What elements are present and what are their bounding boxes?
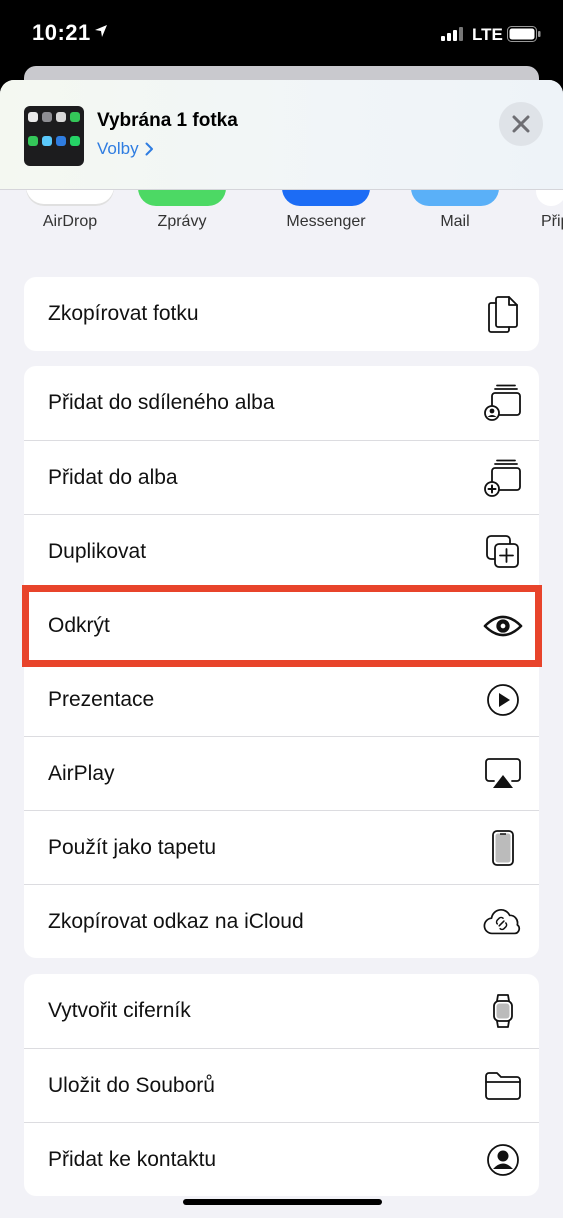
action-label: Přidat do alba [48, 465, 178, 489]
action-airplay[interactable]: AirPlay [24, 736, 539, 810]
status-bar: 10:21 LTE [0, 0, 563, 70]
folder-icon [483, 1066, 523, 1106]
action-label: Přidat do sdíleného alba [48, 391, 275, 414]
share-app-label: Zprávy [157, 213, 207, 230]
home-indicator [183, 1199, 382, 1205]
chevron-right-icon [145, 142, 153, 156]
action-folder[interactable]: Uložit do Souborů [24, 1048, 539, 1122]
status-time: 10:21 [32, 20, 91, 45]
location-arrow-icon [94, 24, 108, 43]
action-label: Duplikovat [48, 539, 147, 563]
phone-icon [483, 828, 523, 868]
action-label: AirPlay [48, 761, 115, 785]
options-link[interactable]: Volby [97, 139, 154, 159]
play-icon [483, 680, 523, 720]
action-duplicate[interactable]: Duplikovat [24, 514, 539, 588]
share-header: Vybrána 1 fotka Volby [0, 80, 563, 190]
watch-icon [483, 991, 523, 1031]
action-copy[interactable]: Zkopírovat fotku [24, 277, 539, 351]
close-icon [512, 115, 530, 133]
shared-album-icon [483, 383, 523, 423]
share-app-label: Přip [541, 213, 563, 230]
share-app-label: AirDrop [42, 213, 98, 230]
close-button[interactable] [499, 102, 543, 146]
duplicate-icon [483, 532, 523, 572]
share-app-label: Mail [440, 213, 470, 230]
action-group-0: Zkopírovat fotku [24, 277, 539, 351]
action-label: Vytvořit ciferník [48, 999, 191, 1022]
signal-icon [441, 27, 465, 46]
network-label: LTE [472, 25, 503, 44]
action-phone[interactable]: Použít jako tapetu [24, 810, 539, 884]
action-watch[interactable]: Vytvořit ciferník [24, 974, 539, 1048]
action-contact[interactable]: Přidat ke kontaktu [24, 1122, 539, 1196]
share-sheet: Vybrána 1 fotka Volby AirDrop Zprávy Messe… [0, 80, 563, 1218]
copy-icon [483, 294, 523, 334]
action-cloud-link[interactable]: Zkopírovat odkaz na iCloud [24, 884, 539, 958]
action-label: Zkopírovat fotku [48, 302, 199, 325]
action-label: Uložit do Souborů [48, 1073, 215, 1097]
options-label: Volby [97, 139, 139, 158]
action-shared-album[interactable]: Přidat do sdíleného alba [24, 366, 539, 440]
add-album-icon [483, 458, 523, 498]
photo-thumbnail [24, 106, 84, 166]
action-label: Zkopírovat odkaz na iCloud [48, 909, 304, 933]
contact-icon [483, 1140, 523, 1180]
action-label: Použít jako tapetu [48, 835, 217, 859]
action-add-album[interactable]: Přidat do alba [24, 440, 539, 514]
action-play[interactable]: Prezentace [24, 662, 539, 736]
action-label: Přidat ke kontaktu [48, 1147, 217, 1171]
battery-icon [507, 26, 541, 47]
header-title: Vybrána 1 fotka [97, 110, 238, 131]
airplay-icon [483, 754, 523, 794]
action-label: Prezentace [48, 687, 155, 711]
cloud-link-icon [483, 902, 523, 942]
highlight-box [22, 585, 542, 667]
share-app-label: Messenger [286, 213, 366, 230]
action-group-2: Vytvořit ciferník Uložit do Souborů Přidat… [24, 974, 539, 1196]
app-row: AirDrop Zprávy Messenger Mail Přip [0, 176, 563, 252]
